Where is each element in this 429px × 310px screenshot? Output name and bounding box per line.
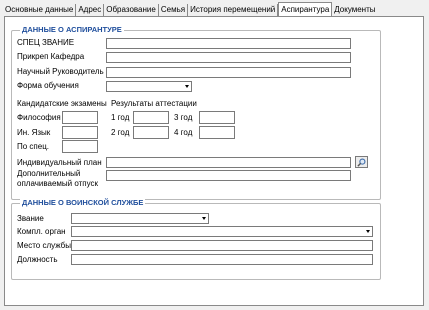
language-label: Ин. Язык [17,128,51,137]
philosophy-label: Философия [17,113,61,122]
year4-field[interactable] [199,126,235,139]
special-label: По спец. [17,142,50,151]
year4-label: 4 год [174,128,193,137]
tab-transfer-history[interactable]: История перемещений [188,4,279,16]
organ-label: Компл. орган [17,227,66,236]
chevron-down-icon[interactable] [183,82,191,91]
plan-label: Индивидуальный план [17,158,102,167]
leave-field[interactable] [106,170,351,181]
rank-select[interactable] [71,213,209,224]
language-field[interactable] [62,126,98,139]
year1-label: 1 год [111,113,130,122]
year2-label: 2 год [111,128,130,137]
special-field[interactable] [62,140,98,153]
tab-documents[interactable]: Документы [332,4,377,16]
year1-field[interactable] [133,111,169,124]
kafedra-label: Прикреп Кафедра [17,52,85,61]
tab-family[interactable]: Семья [159,4,189,16]
year3-field[interactable] [199,111,235,124]
chevron-down-icon[interactable] [364,227,372,236]
tab-education[interactable]: Образование [104,4,159,16]
supervisor-field[interactable] [106,67,351,78]
military-group: ДАННЫЕ О ВОИНСКОЙ СЛУЖБЕ Звание Компл. о… [11,198,381,280]
philosophy-field[interactable] [62,111,98,124]
position-field[interactable] [71,254,373,265]
year3-label: 3 год [174,113,193,122]
main-window: Основные данные Адрес Образование Семья … [0,0,429,310]
tab-address[interactable]: Адрес [76,4,105,16]
tab-panel-aspirantura: ДАННЫЕ О АСПИРАНТУРЕ СПЕЦ ЗВАНИЕ Прикреп… [4,16,424,306]
year2-field[interactable] [133,126,169,139]
position-label: Должность [17,255,58,264]
exams-header: Кандидатские экзамены [17,99,107,108]
results-header: Результаты аттестации [111,99,197,108]
organ-select[interactable] [71,226,373,237]
chevron-down-icon[interactable] [200,214,208,223]
study-form-select[interactable] [106,81,192,92]
rank-label: Звание [17,214,44,223]
leave-label-line2: оплачиваемый отпуск [17,179,99,188]
study-form-label: Форма обучения [17,81,79,90]
plan-browse-button[interactable] [355,156,368,168]
kafedra-field[interactable] [106,52,351,63]
tab-strip: Основные данные Адрес Образование Семья … [3,2,378,17]
place-field[interactable] [71,240,373,251]
leave-label-line1: Дополнительный [17,169,81,178]
magnifier-icon [357,158,366,167]
leave-label: Дополнительный оплачиваемый отпуск [17,169,98,189]
tab-basic-data[interactable]: Основные данные [3,4,77,16]
aspirant-group-title: ДАННЫЕ О АСПИРАНТУРЕ [20,25,124,34]
military-group-title: ДАННЫЕ О ВОИНСКОЙ СЛУЖБЕ [20,198,146,207]
place-label: Место службы [17,241,71,250]
plan-field[interactable] [106,157,351,168]
spec-zvanie-label: СПЕЦ ЗВАНИЕ [17,38,75,47]
supervisor-label: Научный Руководитель [17,67,104,76]
tab-aspirantura[interactable]: Аспирантура [278,2,333,17]
spec-zvanie-field[interactable] [106,38,351,49]
aspirant-group: ДАННЫЕ О АСПИРАНТУРЕ СПЕЦ ЗВАНИЕ Прикреп… [11,25,381,200]
